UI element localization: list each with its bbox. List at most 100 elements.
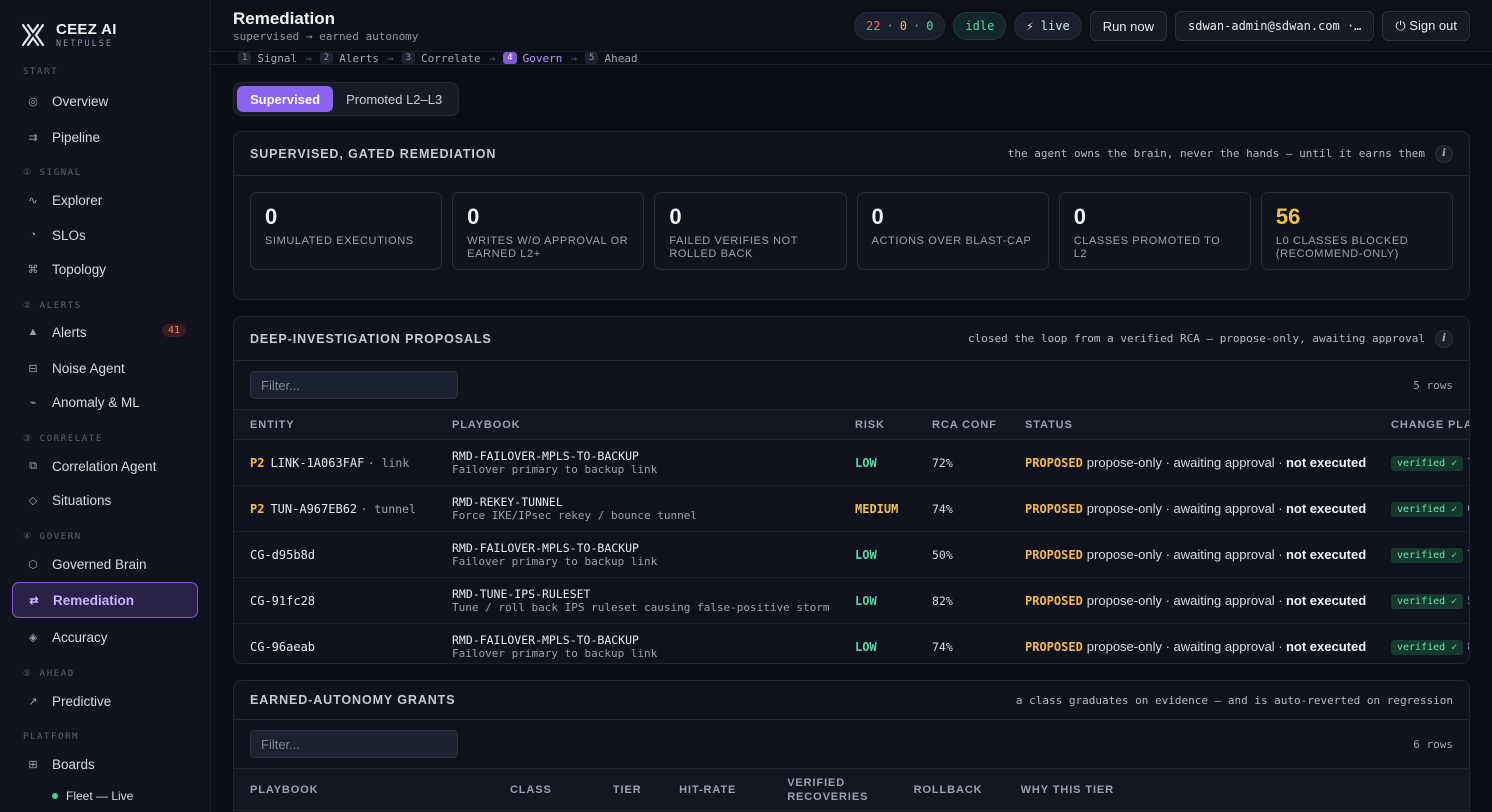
verified-badge[interactable]: verified ✓ — [1391, 639, 1464, 655]
sidebar-item-label: Remediation — [53, 592, 135, 608]
sidebar-item-alerts[interactable]: ▲ Alerts 41 — [12, 314, 198, 350]
status-execution: not executed — [1285, 547, 1367, 562]
column-header[interactable]: RISK — [839, 409, 916, 440]
stat-label: SIMULATED EXECUTIONS — [265, 235, 414, 247]
entity-id: CG-d95b8d — [250, 547, 316, 562]
sidebar-item-remediation[interactable]: ⇄ Remediation — [12, 582, 198, 618]
playbook-description: Force IKE/IPsec rekey / bounce tunnel — [452, 508, 698, 522]
column-header[interactable]: PLAYBOOK — [234, 768, 494, 811]
entity-id: LINK-1A063FAF — [270, 455, 365, 470]
brand[interactable]: CEEZ AI NETPULSE — [0, 0, 210, 52]
sidebar-item-noise-agent[interactable]: ⊟ Noise Agent — [12, 350, 198, 386]
sidebar-item-label: Anomaly & ML — [52, 394, 140, 410]
column-header[interactable]: VERIFIED RECOVERIES — [771, 768, 898, 811]
change-plan-detail: 7 — [1467, 548, 1469, 561]
alert-counts-pill[interactable]: 22 · 0 · 0 — [854, 12, 946, 40]
sidebar-item-situations[interactable]: ◇ Situations — [12, 482, 198, 518]
verified-badge[interactable]: verified ✓ — [1391, 455, 1464, 471]
column-header[interactable]: CLASS — [493, 768, 597, 811]
live-pill[interactable]: ⚡ live — [1014, 12, 1082, 40]
change-plan-cell: verified ✓7 — [1375, 439, 1469, 486]
playbook-name: RMD-FAILOVER-MPLS-TO-BACKUP — [452, 540, 639, 555]
step-ahead[interactable]: 5 Ahead — [585, 52, 638, 65]
sidebar-item-label: Boards — [52, 756, 95, 772]
status-label: PROPOSED — [1025, 502, 1083, 516]
proposals-table: ENTITY PLAYBOOK RISK RCA CONF STATUS CHANGE P… — [234, 409, 1469, 664]
sidebar-item-accuracy[interactable]: ◈ Accuracy — [12, 619, 198, 655]
sidebar-item-boards[interactable]: ⊞ Boards — [12, 746, 198, 782]
sidebar-item-pipeline[interactable]: ⇉ Pipeline — [12, 119, 198, 155]
sidebar-item-topology[interactable]: ⌘ Topology — [12, 251, 198, 287]
status-label: PROPOSED — [1025, 548, 1083, 562]
column-header[interactable]: STATUS — [1009, 409, 1375, 440]
risk-level: LOW — [855, 455, 877, 470]
step-correlate[interactable]: 3 Correlate — [401, 52, 481, 65]
sidebar-item-overview[interactable]: ◎ Overview — [12, 83, 198, 119]
step-govern[interactable]: 4 Govern — [503, 52, 562, 65]
column-header[interactable]: PLAYBOOK — [436, 409, 839, 440]
playbook-description: Failover primary to backup link — [452, 646, 658, 660]
sidebar-item-label: Topology — [52, 261, 107, 277]
table-row[interactable]: CG-91fc28 RMD-TUNE-IPS-RULESET Tune / roll… — [234, 577, 1469, 624]
column-header[interactable]: ROLLBACK — [897, 768, 1005, 811]
brand-sub: NETPULSE — [56, 38, 113, 49]
table-row[interactable]: P2 TUN-A967EB62 · tunnel RMD-REKEY-TUNNEL F… — [234, 485, 1469, 532]
column-header[interactable]: CHANGE PLAN — [1375, 409, 1469, 440]
step-alerts[interactable]: 2 Alerts — [319, 52, 379, 65]
card-title: SUPERVISED, GATED REMEDIATION — [250, 146, 497, 161]
explorer-icon: ∿ — [28, 194, 38, 207]
status-execution: not executed — [1285, 455, 1367, 470]
status-cell: PROPOSED propose-only · awaiting approval… — [1009, 439, 1375, 486]
user-menu[interactable]: sdwan-admin@sdwan.com ·… — [1175, 11, 1375, 41]
column-header[interactable]: RCA CONF — [916, 409, 1009, 440]
rca-confidence: 72% — [932, 455, 953, 470]
proposals-filter-input[interactable] — [250, 371, 458, 399]
sidebar-item-anomaly-ml[interactable]: ⌁ Anomaly & ML — [12, 384, 198, 420]
entity-id: CG-91fc28 — [250, 593, 316, 608]
nav-section-label: START — [23, 67, 59, 77]
tab-promoted[interactable]: Promoted L2–L3 — [333, 86, 455, 112]
playbook-description: Failover primary to backup link — [452, 462, 658, 476]
sidebar-item-governed-brain[interactable]: ⬡ Governed Brain — [12, 546, 198, 582]
sidebar-subitem-fleet-live[interactable]: Fleet — Live — [52, 789, 133, 803]
tab-supervised[interactable]: Supervised — [237, 86, 334, 112]
entity-cell: P2 LINK-1A063FAF · link — [234, 439, 436, 486]
sidebar-item-label: Pipeline — [52, 129, 101, 145]
rows-count: 6 rows — [1413, 737, 1453, 751]
change-plan-cell: verified ✓7 — [1375, 531, 1469, 578]
status-cell: PROPOSED propose-only · awaiting approval… — [1009, 485, 1375, 532]
sign-out-button[interactable]: ⏻ Sign out — [1382, 11, 1470, 41]
grants-filter-input[interactable] — [250, 730, 458, 758]
card-note: closed the loop from a verified RCA — pr… — [968, 332, 1425, 345]
status-note: propose-only · awaiting approval · — [1086, 501, 1283, 516]
info-icon[interactable]: i — [1435, 144, 1453, 163]
entity-cell: CG-96aeab — [234, 624, 436, 664]
step-signal[interactable]: 1 Signal — [238, 52, 297, 65]
stat-label: FAILED VERIFIES NOT ROLLED BACK — [669, 235, 798, 260]
table-row[interactable]: P2 LINK-1A063FAF · link RMD-FAILOVER-MPLS-… — [234, 439, 1469, 486]
verified-badge[interactable]: verified ✓ — [1391, 501, 1464, 517]
column-header[interactable]: HIT-RATE — [663, 768, 772, 811]
nav-section-label: ① SIGNAL — [23, 168, 82, 178]
verified-badge[interactable]: verified ✓ — [1391, 593, 1464, 609]
sidebar-item-slos[interactable]: ◔ SLOs — [12, 217, 198, 253]
info-icon[interactable]: i — [1435, 329, 1453, 348]
priority-label: P2 — [250, 455, 265, 470]
table-row[interactable]: CG-d95b8d RMD-FAILOVER-MPLS-TO-BACKUP Fail… — [234, 531, 1469, 578]
table-row[interactable]: CG-96aeab RMD-FAILOVER-MPLS-TO-BACKUP Fail… — [234, 624, 1469, 664]
pipeline-icon: ⇉ — [28, 131, 38, 144]
stat-card: 0 WRITES W/O APPROVAL OR EARNED L2+ — [452, 192, 645, 270]
stat-card: 0 CLASSES PROMOTED TO L2 — [1058, 192, 1251, 270]
verified-badge[interactable]: verified ✓ — [1391, 547, 1464, 563]
column-header[interactable]: ENTITY — [234, 409, 436, 440]
sidebar-item-correlation-agent[interactable]: ⧉ Correlation Agent — [12, 448, 198, 484]
sidebar-item-predictive[interactable]: ↗ Predictive — [12, 683, 198, 719]
sidebar-item-label: Predictive — [52, 693, 112, 709]
column-header[interactable]: TIER — [596, 768, 664, 811]
sidebar-item-explorer[interactable]: ∿ Explorer — [12, 182, 198, 218]
sidebar-item-label: Accuracy — [52, 629, 108, 645]
step-arrow-icon: → — [488, 51, 496, 65]
playbook-name: RMD-FAILOVER-MPLS-TO-BACKUP — [452, 448, 639, 463]
run-now-button[interactable]: Run now — [1089, 11, 1167, 41]
column-header[interactable]: WHY THIS TIER — [1004, 768, 1469, 811]
